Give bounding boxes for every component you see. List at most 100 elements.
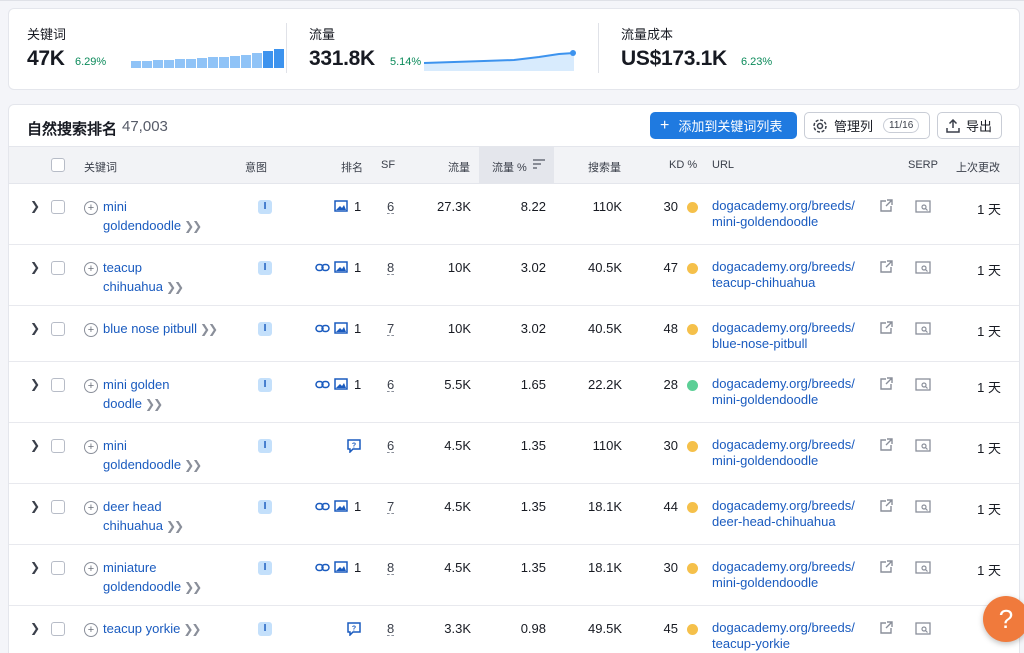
manage-columns-button[interactable]: 管理列 11/16 <box>804 112 930 139</box>
external-link-icon[interactable] <box>880 321 893 337</box>
keyword-link[interactable]: miniature goldendoodle ❯❯ <box>103 558 233 597</box>
sf-count[interactable]: 8 <box>387 622 395 636</box>
row-checkbox[interactable] <box>51 261 65 275</box>
sort-icon[interactable] <box>533 159 545 169</box>
select-all-checkbox[interactable] <box>51 158 65 172</box>
table-row[interactable]: ❯ + mini goldendoodle ❯❯ I 1 6 27.3K 8.22 110K 30 do… <box>9 184 1019 245</box>
double-chevron-icon[interactable]: ❯❯ <box>184 458 202 472</box>
sf-count[interactable]: 6 <box>387 439 395 453</box>
url-link[interactable]: dogacademy.org/breeds/mini-goldendoodle <box>712 198 877 230</box>
external-link-icon[interactable] <box>880 199 893 215</box>
serp-preview-icon[interactable] <box>915 378 931 394</box>
double-chevron-icon[interactable]: ❯❯ <box>183 622 201 636</box>
expand-row-chevron-icon[interactable]: ❯ <box>30 499 40 513</box>
table-row[interactable]: ❯ + mini golden doodle ❯❯ I 1 6 5.5K 1.65 22.2K 28 d… <box>9 362 1019 423</box>
add-keyword-icon[interactable]: + <box>84 623 98 637</box>
sf-count[interactable]: 8 <box>387 261 395 275</box>
table-row[interactable]: ❯ + mini goldendoodle ❯❯ I? 6 4.5K 1.35 110K 30 dog… <box>9 423 1019 484</box>
serp-preview-icon[interactable] <box>915 261 931 277</box>
serp-preview-icon[interactable] <box>915 200 931 216</box>
url-link[interactable]: dogacademy.org/breeds/mini-goldendoodle <box>712 437 877 469</box>
keyword-link[interactable]: mini golden doodle ❯❯ <box>103 375 233 414</box>
row-checkbox[interactable] <box>51 500 65 514</box>
row-checkbox[interactable] <box>51 439 65 453</box>
metric-cost[interactable]: 流量成本 US$173.1K 6.23% <box>621 9 921 91</box>
table-row[interactable]: ❯ + teacup yorkie ❯❯ I? 8 3.3K 0.98 49.5K 45 dogac… <box>9 606 1019 653</box>
header-traffic-pct[interactable]: 流量 % <box>492 159 527 175</box>
double-chevron-icon[interactable]: ❯❯ <box>200 322 218 336</box>
sf-count[interactable]: 6 <box>387 378 395 392</box>
keyword-link[interactable]: mini goldendoodle ❯❯ <box>103 197 233 236</box>
keyword-link[interactable]: deer head chihuahua ❯❯ <box>103 497 233 536</box>
header-serp[interactable]: SERP <box>908 159 938 171</box>
sf-count[interactable]: 7 <box>387 322 395 336</box>
double-chevron-icon[interactable]: ❯❯ <box>145 397 163 411</box>
double-chevron-icon[interactable]: ❯❯ <box>166 519 184 533</box>
add-keyword-icon[interactable]: + <box>84 323 98 337</box>
add-keyword-icon[interactable]: + <box>84 379 98 393</box>
header-url[interactable]: URL <box>712 159 734 171</box>
table-row[interactable]: ❯ + deer head chihuahua ❯❯ I 1 7 4.5K 1.35 18.1K 44… <box>9 484 1019 545</box>
external-link-icon[interactable] <box>880 377 893 393</box>
add-keyword-icon[interactable]: + <box>84 562 98 576</box>
row-checkbox[interactable] <box>51 322 65 336</box>
metric-traffic[interactable]: 流量 331.8K 5.14% <box>309 9 589 91</box>
serp-preview-icon[interactable] <box>915 439 931 455</box>
header-volume[interactable]: 搜索量 <box>588 159 621 175</box>
expand-row-chevron-icon[interactable]: ❯ <box>30 377 40 391</box>
external-link-icon[interactable] <box>880 499 893 515</box>
url-link[interactable]: dogacademy.org/breeds/teacup-chihuahua <box>712 259 877 291</box>
serp-preview-icon[interactable] <box>915 622 931 638</box>
header-keyword[interactable]: 关键词 <box>84 159 117 175</box>
row-checkbox[interactable] <box>51 561 65 575</box>
expand-row-chevron-icon[interactable]: ❯ <box>30 438 40 452</box>
expand-row-chevron-icon[interactable]: ❯ <box>30 560 40 574</box>
external-link-icon[interactable] <box>880 621 893 637</box>
add-keyword-icon[interactable]: + <box>84 201 98 215</box>
header-kd[interactable]: KD % <box>669 159 697 171</box>
external-link-icon[interactable] <box>880 260 893 276</box>
help-button[interactable]: ? <box>983 596 1024 642</box>
expand-row-chevron-icon[interactable]: ❯ <box>30 260 40 274</box>
header-intent[interactable]: 意图 <box>245 159 267 175</box>
url-link[interactable]: dogacademy.org/breeds/mini-goldendoodle <box>712 559 877 591</box>
add-keyword-icon[interactable]: + <box>84 501 98 515</box>
row-checkbox[interactable] <box>51 622 65 636</box>
double-chevron-icon[interactable]: ❯❯ <box>184 219 202 233</box>
row-checkbox[interactable] <box>51 378 65 392</box>
header-last-updated[interactable]: 上次更改 <box>956 159 1000 175</box>
keyword-link[interactable]: teacup yorkie ❯❯ <box>103 619 233 639</box>
double-chevron-icon[interactable]: ❯❯ <box>166 280 184 294</box>
table-row[interactable]: ❯ + blue nose pitbull ❯❯ I 1 7 10K 3.02 40.5K 48 do… <box>9 306 1019 362</box>
serp-preview-icon[interactable] <box>915 561 931 577</box>
external-link-icon[interactable] <box>880 560 893 576</box>
keyword-link[interactable]: blue nose pitbull ❯❯ <box>103 319 233 339</box>
add-to-keyword-list-button[interactable]: + 添加到关键词列表 <box>650 112 797 139</box>
add-keyword-icon[interactable]: + <box>84 440 98 454</box>
sf-count[interactable]: 7 <box>387 500 395 514</box>
table-row[interactable]: ❯ + teacup chihuahua ❯❯ I 1 8 10K 3.02 40.5K 47 doga… <box>9 245 1019 306</box>
table-row[interactable]: ❯ + miniature goldendoodle ❯❯ I 1 8 4.5K 1.35 18.1… <box>9 545 1019 606</box>
external-link-icon[interactable] <box>880 438 893 454</box>
serp-preview-icon[interactable] <box>915 322 931 338</box>
expand-row-chevron-icon[interactable]: ❯ <box>30 199 40 213</box>
keyword-link[interactable]: teacup chihuahua ❯❯ <box>103 258 233 297</box>
url-link[interactable]: dogacademy.org/breeds/teacup-yorkie <box>712 620 877 652</box>
export-button[interactable]: 导出 <box>937 112 1002 139</box>
serp-preview-icon[interactable] <box>915 500 931 516</box>
row-checkbox[interactable] <box>51 200 65 214</box>
metric-keywords[interactable]: 关键词 47K 6.29% <box>27 9 284 91</box>
url-link[interactable]: dogacademy.org/breeds/mini-goldendoodle <box>712 376 877 408</box>
double-chevron-icon[interactable]: ❯❯ <box>184 580 202 594</box>
header-sf[interactable]: SF <box>381 159 395 171</box>
add-keyword-icon[interactable]: + <box>84 262 98 276</box>
sf-count[interactable]: 6 <box>387 200 395 214</box>
header-traffic[interactable]: 流量 <box>448 159 470 175</box>
url-link[interactable]: dogacademy.org/breeds/blue-nose-pitbull <box>712 320 877 352</box>
expand-row-chevron-icon[interactable]: ❯ <box>30 621 40 635</box>
sf-count[interactable]: 8 <box>387 561 395 575</box>
keyword-link[interactable]: mini goldendoodle ❯❯ <box>103 436 233 475</box>
url-link[interactable]: dogacademy.org/breeds/deer-head-chihuahu… <box>712 498 877 530</box>
expand-row-chevron-icon[interactable]: ❯ <box>30 321 40 335</box>
header-rank[interactable]: 排名 <box>341 159 363 175</box>
